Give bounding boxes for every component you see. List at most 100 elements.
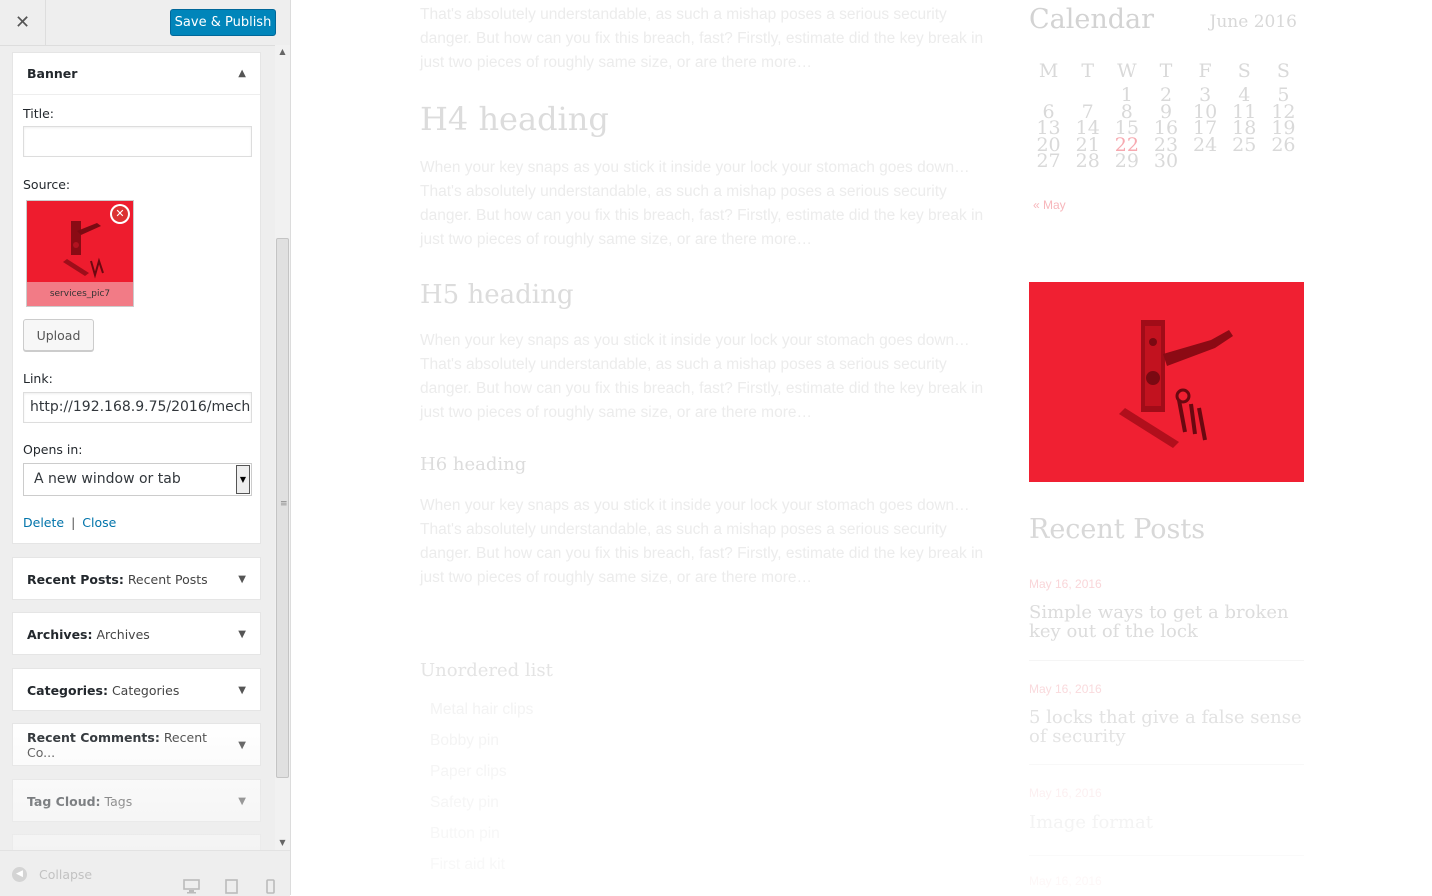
collapse-arrow-icon[interactable]: ▲ — [238, 68, 246, 79]
remove-image-button[interactable]: ✕ — [110, 204, 130, 224]
widget-name: Categories — [111, 682, 180, 698]
mobile-preview-icon[interactable] — [266, 879, 275, 894]
calendar-week: 27 28 29 30 — [1029, 150, 1303, 173]
opens-in-value: A new window or tab — [34, 471, 181, 487]
list-item: Bobby pin — [430, 732, 499, 749]
post-title-link[interactable]: 5 locks that give a false sense of secur… — [1029, 708, 1309, 746]
h5-heading: H5 heading — [420, 280, 574, 310]
expand-arrow-icon[interactable]: ▼ — [238, 796, 246, 807]
widget-name: Archives — [96, 626, 150, 642]
recent-comments-widget-title: Recent Comments: Recent Co... — [27, 730, 238, 760]
calendar-days: 1 2 3 4 5 6 7 8 9 10 11 12 13 14 15 16 17 18 19 20 21 22 23 24 2… — [1029, 86, 1303, 173]
calendar-prev-link[interactable]: « May — [1033, 198, 1066, 212]
close-link[interactable]: Close — [82, 515, 116, 530]
recent-comments-widget[interactable]: Recent Comments: Recent Co... ▼ — [12, 723, 261, 766]
expand-arrow-icon[interactable]: ▼ — [238, 629, 246, 640]
collapse-label: Collapse — [39, 867, 93, 882]
calendar-day: 30 — [1153, 150, 1179, 173]
list-item: Metal hair clips — [430, 701, 534, 718]
calendar-table: M T W T F S S 1 2 3 4 5 6 7 8 9 10 11 12 13 14 15 16 17 1… — [1029, 60, 1303, 173]
source-image-thumbnail[interactable]: services_pic7 ✕ — [26, 200, 134, 307]
expand-arrow-icon[interactable]: ▼ — [238, 685, 246, 696]
source-label: Source: — [23, 177, 71, 192]
save-publish-button[interactable]: Save & Publish — [170, 9, 276, 36]
archives-widget[interactable]: Archives: Archives ▼ — [12, 612, 261, 655]
scroll-up-arrow-icon[interactable]: ▲ — [275, 45, 290, 59]
desktop-preview-icon[interactable] — [183, 879, 200, 894]
list-item: Button pin — [430, 825, 500, 842]
categories-widget[interactable]: Categories: Categories ▼ — [12, 668, 261, 711]
h6-heading: H6 heading — [420, 454, 527, 475]
banner-widget-header[interactable]: Banner ▲ — [13, 53, 260, 95]
post-date: May 16, 2016 — [1029, 577, 1102, 591]
upload-button[interactable]: Upload — [23, 319, 94, 351]
calendar-day: 29 — [1114, 150, 1139, 173]
banner-widget-title: Banner — [27, 66, 78, 81]
post-date: May 16, 2016 — [1029, 874, 1102, 888]
calendar-day: 25 — [1232, 133, 1257, 156]
delete-link[interactable]: Delete — [23, 515, 64, 530]
banner-widget: Banner ▲ Title: Source: services_pic7 ✕ … — [12, 52, 261, 544]
recent-posts-widget[interactable]: Recent Posts: Recent Posts ▼ — [12, 557, 261, 600]
post-date: May 16, 2016 — [1029, 786, 1102, 800]
calendar-day: 28 — [1075, 150, 1100, 173]
archives-widget-title: Archives: Archives — [27, 627, 150, 642]
post-title-link[interactable]: Simple ways to get a broken key out of t… — [1029, 603, 1309, 641]
paragraph-text: When your key snaps as you stick it insi… — [420, 497, 984, 586]
post-title-link[interactable]: Image format — [1029, 813, 1309, 832]
next-widget[interactable] — [12, 834, 261, 850]
paragraph-text: When your key snaps as you stick it insi… — [420, 332, 984, 421]
archives-widget-header: Archives: Archives ▼ — [13, 613, 260, 655]
lock-image-icon — [1119, 320, 1233, 448]
categories-widget-header: Categories: Categories ▼ — [13, 669, 260, 711]
sidebar-scrollbar[interactable]: ▲ ≡ ▼ — [275, 45, 290, 850]
post-date: May 16, 2016 — [1029, 682, 1102, 696]
post-separator — [1029, 660, 1304, 661]
grip-icon: ≡ — [280, 499, 288, 509]
close-icon: ✕ — [14, 12, 31, 33]
link-input[interactable]: http://192.168.9.75/2016/mechan — [23, 392, 252, 423]
banner-image[interactable] — [1029, 282, 1304, 482]
weekday: T — [1081, 60, 1095, 82]
opens-in-label: Opens in: — [23, 442, 83, 457]
remove-icon: ✕ — [112, 206, 128, 222]
widget-type: Recent Posts: — [27, 571, 124, 587]
customizer-header: ✕ Save & Publish — [0, 0, 290, 46]
recent-posts-widget-header: Recent Posts: Recent Posts ▼ — [13, 558, 260, 600]
image-caption: services_pic7 — [27, 282, 133, 306]
recent-posts-title: Recent Posts — [1029, 514, 1206, 545]
list-item: First aid kit — [430, 856, 505, 873]
expand-arrow-icon[interactable]: ▼ — [238, 574, 246, 585]
widget-type: Tag Cloud: — [27, 793, 101, 809]
calendar-title: Calendar — [1029, 4, 1155, 35]
calendar-day: 27 — [1036, 150, 1061, 173]
calendar-month: June 2016 — [1209, 12, 1297, 32]
close-customizer-button[interactable]: ✕ — [0, 0, 46, 45]
scroll-down-arrow-icon[interactable]: ▼ — [275, 836, 290, 850]
opens-in-select[interactable]: A new window or tab ▼ — [23, 463, 252, 496]
widget-name: Tags — [104, 793, 133, 809]
tag-cloud-widget-title: Tag Cloud: Tags — [27, 794, 132, 809]
post-separator — [1029, 764, 1304, 765]
title-label: Title: — [23, 106, 54, 121]
tablet-preview-icon[interactable] — [225, 879, 238, 894]
list-item: Safety pin — [430, 794, 499, 811]
site-preview: That's absolutely understandable, as suc… — [291, 0, 1432, 895]
tag-cloud-widget-header: Tag Cloud: Tags ▼ — [13, 780, 260, 822]
calendar-day: 24 — [1193, 133, 1218, 156]
link-label: Link: — [23, 371, 53, 386]
widget-type: Categories: — [27, 682, 108, 698]
title-input[interactable] — [23, 126, 252, 157]
link-separator: | — [71, 515, 76, 530]
collapse-button[interactable]: ◀ Collapse — [12, 867, 92, 882]
tag-cloud-widget[interactable]: Tag Cloud: Tags ▼ — [12, 779, 261, 822]
collapse-arrow-icon: ◀ — [12, 867, 27, 882]
recent-comments-widget-header: Recent Comments: Recent Co... ▼ — [13, 724, 260, 766]
weekday: M — [1038, 60, 1059, 82]
recent-posts-widget-title: Recent Posts: Recent Posts — [27, 572, 208, 587]
scrollbar-thumb[interactable]: ≡ — [276, 238, 289, 778]
unordered-list-heading: Unordered list — [420, 660, 553, 681]
dropdown-arrow-icon[interactable]: ▼ — [236, 465, 250, 494]
expand-arrow-icon[interactable]: ▼ — [238, 740, 246, 751]
widget-actions: Delete | Close — [23, 515, 116, 530]
